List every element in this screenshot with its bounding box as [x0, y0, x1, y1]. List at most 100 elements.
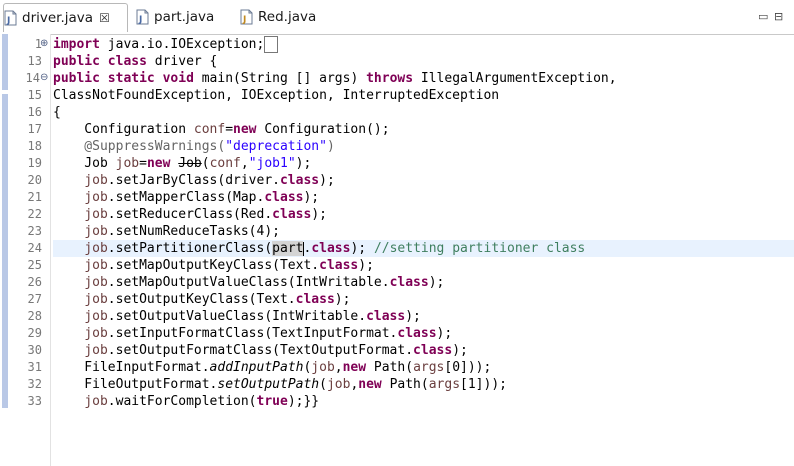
collapse-fold-icon[interactable]: ⊖: [40, 72, 48, 83]
code-line: job.setInputFormatClass(TextInputFormat.…: [53, 325, 794, 342]
variable: job: [326, 377, 351, 392]
code-text: =: [139, 156, 147, 171]
keyword: class: [295, 292, 335, 307]
string-literal: "job1": [248, 156, 296, 171]
line-number: 26: [27, 275, 42, 289]
java-file-icon: J: [4, 10, 17, 26]
line-number: 32: [27, 377, 42, 391]
variable: job: [84, 275, 108, 290]
code-text: );: [303, 190, 320, 205]
code-line: FileInputFormat.addInputPath(job,new Pat…: [53, 359, 794, 376]
keyword: class: [264, 190, 304, 205]
code-area[interactable]: import java.io.IOException; public class…: [53, 34, 794, 466]
variable: job: [84, 190, 108, 205]
variable: job: [84, 258, 108, 273]
tab-part-java[interactable]: J part.java: [136, 3, 226, 31]
annotation: @SuppressWarnings(: [53, 139, 226, 154]
tab-label: driver.java: [22, 10, 94, 26]
code-editor[interactable]: 1 ⊕ 13 14 ⊖ 15 16 17 18 19 20 21 22 23 2…: [0, 34, 794, 466]
keyword: class: [366, 309, 406, 324]
code-text: .setReducerClass(Red.: [107, 207, 273, 222]
code-text: ,: [240, 156, 249, 171]
keyword: new: [342, 360, 367, 375]
variable: job: [311, 360, 335, 375]
code-text: );: [405, 309, 421, 324]
svg-text:J: J: [138, 15, 142, 25]
keyword: class: [272, 207, 312, 222]
code-line: Job job=new Job(conf,"job1");: [53, 155, 794, 172]
keyword: public: [53, 71, 100, 86]
code-line: job.setMapOutputKeyClass(Text.class);: [53, 257, 794, 274]
keyword: true: [256, 394, 288, 409]
line-number: 27: [27, 292, 42, 306]
java-file-icon: J: [240, 9, 253, 25]
code-text: );: [334, 292, 351, 307]
variable: job: [84, 292, 108, 307]
overview-ruler: [0, 34, 10, 466]
code-text: FileInputFormat.: [53, 360, 210, 375]
code-line: job.setNumReduceTasks(4);: [53, 223, 794, 240]
variable: job: [84, 224, 108, 239]
line-number-gutter: 1 ⊕ 13 14 ⊖ 15 16 17 18 19 20 21 22 23 2…: [10, 34, 50, 466]
keyword: static: [107, 71, 155, 86]
deprecated-constructor: Job: [178, 156, 202, 171]
code-text: );: [350, 241, 374, 256]
code-text: .setMapperClass(Map.: [107, 190, 265, 205]
keyword: new: [358, 377, 382, 392]
variable: job: [115, 156, 140, 171]
code-text: );: [311, 207, 327, 222]
code-text: .setInputFormatClass(TextInputFormat.: [107, 326, 398, 341]
code-text: .setOutputKeyClass(Text.: [107, 292, 296, 307]
line-number: 18: [27, 139, 42, 153]
line-number: 24: [27, 241, 42, 255]
highlighted-occurrence: part: [272, 241, 304, 256]
keyword: class: [107, 54, 147, 69]
svg-text:J: J: [6, 16, 10, 26]
keyword: void: [162, 71, 194, 86]
line-number: 30: [27, 343, 42, 357]
line-number: 21: [27, 190, 42, 204]
line-number: 15: [27, 88, 42, 102]
code-text: );}}: [287, 394, 320, 409]
code-line: import java.io.IOException;: [53, 36, 794, 53]
expand-fold-icon[interactable]: ⊕: [40, 38, 48, 49]
code-text: Path(: [381, 377, 429, 392]
line-number: 23: [27, 224, 42, 238]
folded-imports-box[interactable]: [264, 36, 279, 53]
tab-red-java[interactable]: J Red.java: [240, 3, 330, 31]
line-number: 13: [27, 54, 42, 68]
code-text: java.io.IOException;: [99, 37, 265, 52]
code-text: (: [319, 377, 327, 392]
code-line: {: [53, 104, 794, 121]
close-tab-icon[interactable]: ☒: [99, 11, 110, 25]
code-text: ,: [334, 360, 343, 375]
line-number: 22: [27, 207, 42, 221]
variable: job: [84, 326, 108, 341]
line-number: 28: [27, 309, 42, 323]
variable: job: [84, 394, 108, 409]
code-line: job.setMapperClass(Map.class);: [53, 189, 794, 206]
current-code-line: job.setPartitionerClass(part.class); //s…: [53, 240, 794, 257]
line-number: 14: [25, 71, 40, 85]
variable: conf: [209, 156, 241, 171]
code-text: );: [358, 258, 374, 273]
variable: job: [84, 309, 108, 324]
code-line: public class driver {: [53, 53, 794, 70]
editor-tab-bar: J driver.java ☒ J part.java J Red.java ▭…: [0, 0, 794, 35]
code-line: job.waitForCompletion(true);}}: [53, 393, 794, 410]
variable: job: [84, 173, 108, 188]
comment: //setting partitioner class: [373, 241, 586, 256]
keyword: class: [389, 275, 429, 290]
static-method: setOutputPath: [217, 377, 320, 392]
minimize-icon[interactable]: ▭: [758, 10, 768, 23]
keyword: new: [146, 156, 171, 171]
code-text: ClassNotFoundException, IOException, Int…: [53, 88, 500, 103]
code-text: );: [436, 326, 453, 341]
code-text: .setMapOutputValueClass(IntWritable.: [107, 275, 390, 290]
tab-driver-java[interactable]: J driver.java ☒: [3, 3, 128, 32]
variable: args: [413, 360, 445, 375]
code-line: job.setJarByClass(driver.class);: [53, 172, 794, 189]
code-line: Configuration conf=new Configuration();: [53, 121, 794, 138]
maximize-icon[interactable]: ⊟: [774, 10, 783, 23]
code-text: Configuration();: [256, 122, 390, 137]
